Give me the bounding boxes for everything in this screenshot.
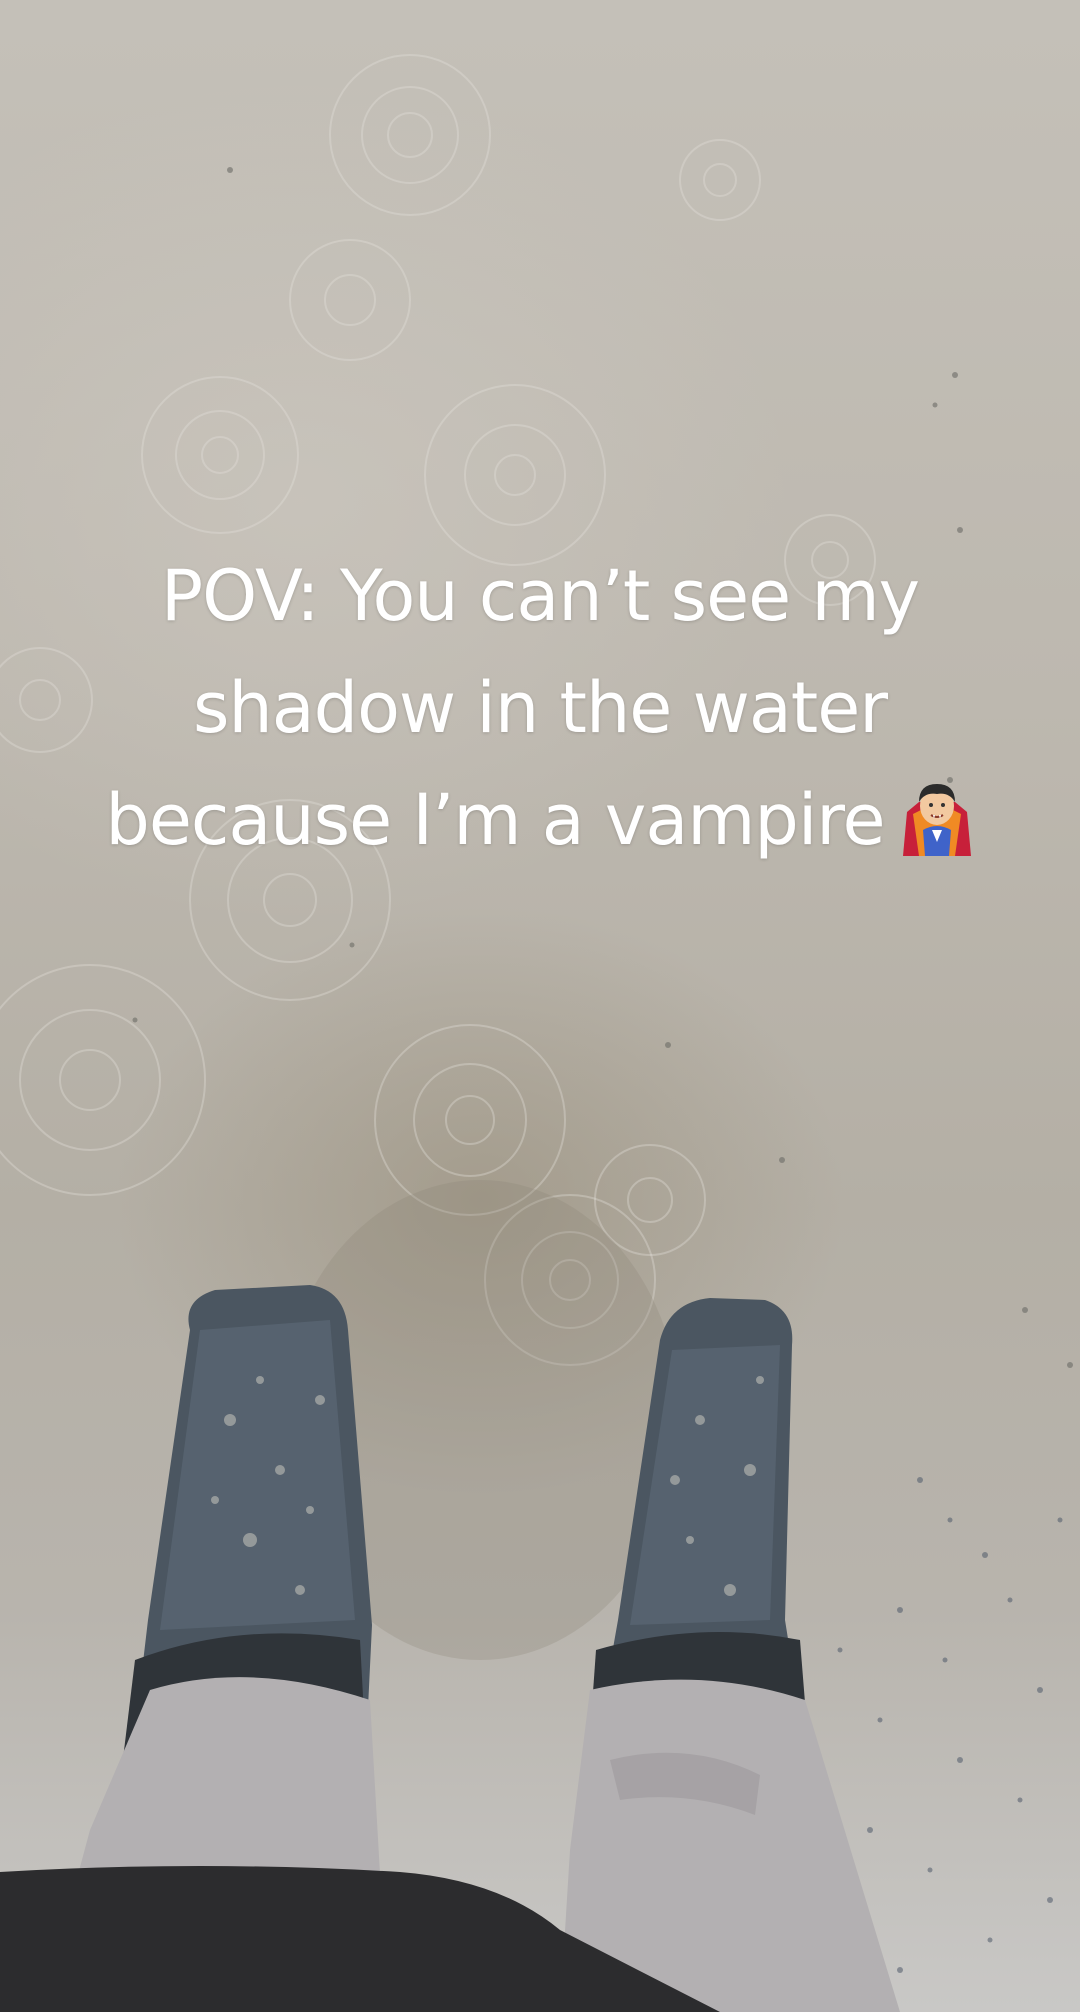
caption-text: POV: You can’t see my shadow in the wate… [0,540,1080,876]
boots-scene [0,1180,900,2012]
caption-line-1: POV: You can’t see my [160,555,920,637]
photo-background: POV: You can’t see my shadow in the wate… [0,0,1080,2012]
caption-line-3: because I’m a vampire [0,764,1080,876]
caption-line-3-text: because I’m a vampire [105,779,885,861]
caption-line-2: shadow in the water [192,667,888,749]
vampire-emoji-icon [899,772,975,856]
